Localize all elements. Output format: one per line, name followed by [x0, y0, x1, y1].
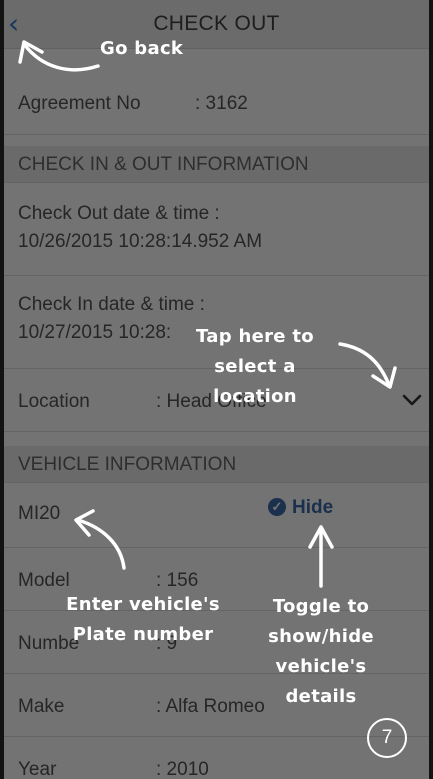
tutorial-plate: Enter vehicle's Plate number	[66, 594, 220, 645]
tutorial-toggle: Toggle to show/hide vehicle's details	[268, 596, 374, 707]
tutorial-go-back: Go back	[100, 38, 184, 59]
arrow-location	[338, 342, 391, 387]
arrow-plate	[76, 518, 126, 570]
tutorial-location: Tap here to select a location	[196, 326, 314, 407]
step-badge: 7	[367, 718, 407, 758]
